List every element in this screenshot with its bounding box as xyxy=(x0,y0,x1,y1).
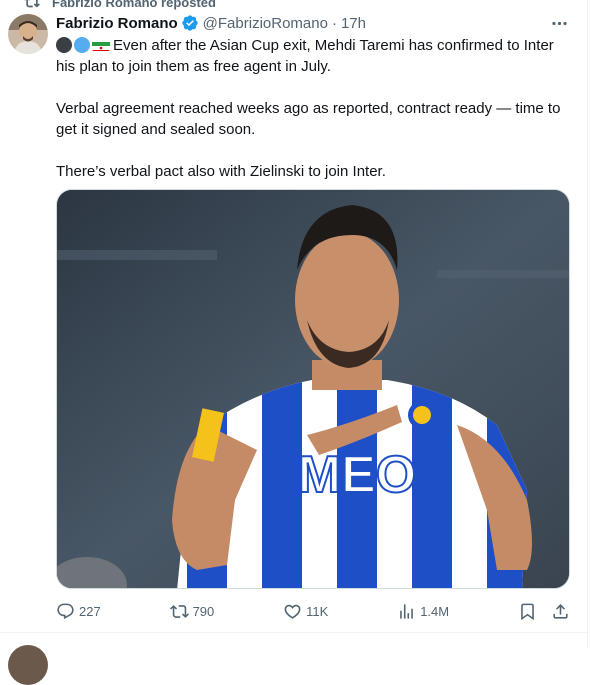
views-chart-icon xyxy=(400,603,414,619)
heart-icon xyxy=(284,604,301,619)
author-name[interactable]: Fabrizio Romano xyxy=(56,15,178,32)
separator-dot: · xyxy=(331,14,337,32)
bookmark-icon xyxy=(521,603,534,620)
tweet-divider xyxy=(0,632,588,633)
black-circle-emoji-icon xyxy=(56,37,72,53)
repost-indicator: Fabrizio Romano reposted xyxy=(24,0,216,10)
views-button[interactable]: 1.4M xyxy=(397,602,449,621)
repost-count: 790 xyxy=(192,603,215,619)
like-count: 11K xyxy=(306,603,329,619)
author-handle[interactable]: @FabrizioRomano xyxy=(203,15,328,32)
next-tweet-avatar[interactable] xyxy=(8,645,48,685)
tweet-text: Even after the Asian Cup exit, Mehdi Tar… xyxy=(56,35,570,182)
more-options-icon[interactable] xyxy=(548,12,570,34)
verified-badge-icon[interactable] xyxy=(181,14,199,32)
repost-action-icon xyxy=(169,604,189,618)
tweet-paragraph-1: Even after the Asian Cup exit, Mehdi Tar… xyxy=(56,37,554,75)
tweet-card[interactable]: Fabrizio Romano reposted Fabrizio Romano… xyxy=(0,0,588,685)
avatar[interactable] xyxy=(8,14,48,54)
repost-label: Fabrizio Romano reposted xyxy=(52,0,216,10)
share-button[interactable] xyxy=(551,602,570,621)
iran-flag-emoji-icon xyxy=(92,39,110,51)
tweet-paragraph-3: There’s verbal pact also with Zielinski … xyxy=(56,163,386,180)
action-bar: 227 790 11K 1.4M xyxy=(56,599,570,623)
blue-circle-emoji-icon xyxy=(74,37,90,53)
tweet-header: Fabrizio Romano @FabrizioRomano · 17h xyxy=(56,12,570,34)
reply-icon xyxy=(57,603,74,619)
repost-button[interactable]: 790 xyxy=(169,602,215,621)
repost-icon xyxy=(24,0,40,8)
player-photo: MEO xyxy=(57,190,569,588)
views-count: 1.4M xyxy=(420,603,450,619)
shirt-sponsor-text: MEO xyxy=(298,446,416,504)
tweet-photo[interactable]: MEO xyxy=(56,189,570,589)
like-button[interactable]: 11K xyxy=(283,602,328,621)
tweet-paragraph-2: Verbal agreement reached weeks ago as re… xyxy=(56,100,561,138)
reply-button[interactable]: 227 xyxy=(56,602,101,621)
bookmark-button[interactable] xyxy=(518,602,537,621)
share-icon xyxy=(553,603,568,619)
reply-count: 227 xyxy=(79,603,101,619)
timestamp[interactable]: 17h xyxy=(341,15,366,32)
